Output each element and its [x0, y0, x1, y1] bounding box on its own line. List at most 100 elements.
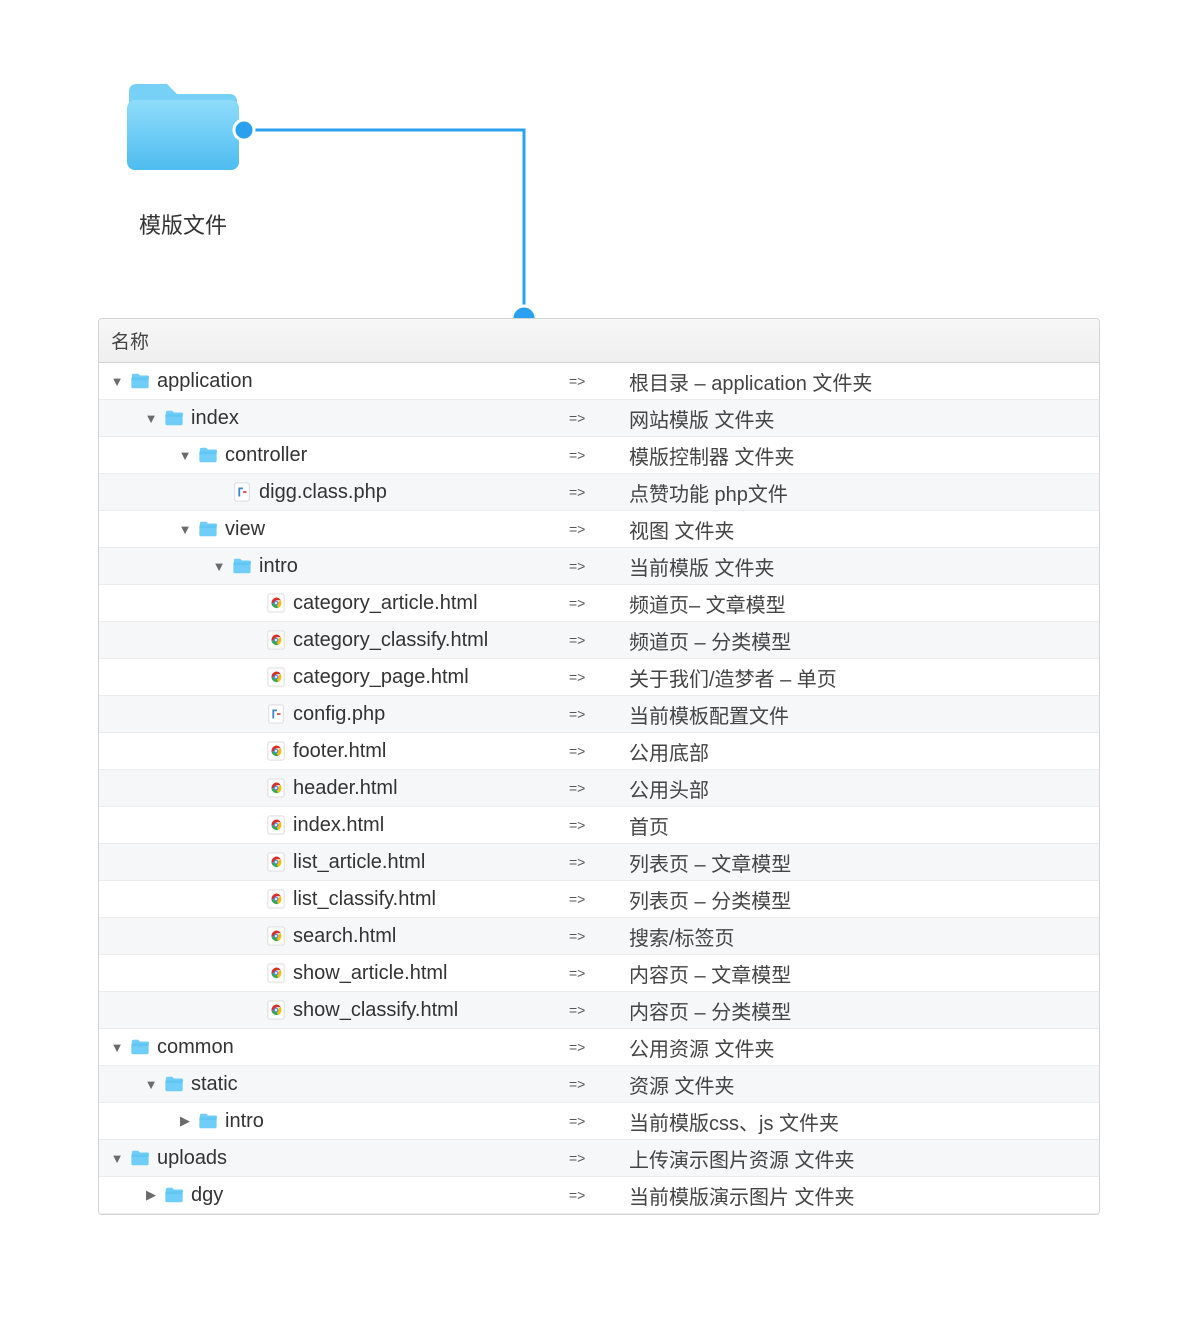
table-row[interactable]: ▶ header.html => 公用头部 [99, 770, 1099, 807]
table-row[interactable]: ▼ view => 视图 文件夹 [99, 511, 1099, 548]
item-name: view [225, 518, 265, 541]
arrow-label: => [569, 484, 629, 500]
table-row[interactable]: ▶ show_article.html => 内容页 – 文章模型 [99, 955, 1099, 992]
arrow-label: => [569, 521, 629, 537]
item-description: 视图 文件夹 [629, 515, 1099, 544]
item-name: list_classify.html [293, 888, 436, 911]
item-description: 内容页 – 文章模型 [629, 959, 1099, 988]
arrow-label: => [569, 1150, 629, 1166]
folder-icon [197, 518, 219, 540]
item-name: config.php [293, 703, 385, 726]
item-description: 关于我们/造梦者 – 单页 [629, 663, 1099, 692]
table-row[interactable]: ▼ common => 公用资源 文件夹 [99, 1029, 1099, 1066]
item-description: 频道页 – 分类模型 [629, 626, 1099, 655]
item-description: 内容页 – 分类模型 [629, 996, 1099, 1025]
arrow-label: => [569, 891, 629, 907]
item-description: 资源 文件夹 [629, 1070, 1099, 1099]
item-name: category_classify.html [293, 629, 488, 652]
table-row[interactable]: ▼ application => 根目录 – application 文件夹 [99, 363, 1099, 400]
folder-icon [163, 407, 185, 429]
item-description: 列表页 – 文章模型 [629, 848, 1099, 877]
php-file-icon [265, 703, 287, 725]
arrow-label: => [569, 1076, 629, 1092]
arrow-label: => [569, 706, 629, 722]
root-folder-label: 模版文件 [119, 208, 247, 240]
item-description: 列表页 – 分类模型 [629, 885, 1099, 914]
arrow-label: => [569, 1039, 629, 1055]
table-row[interactable]: ▶ list_classify.html => 列表页 – 分类模型 [99, 881, 1099, 918]
item-name: digg.class.php [259, 481, 387, 504]
item-description: 当前模板配置文件 [629, 700, 1099, 729]
item-name: search.html [293, 925, 396, 948]
disclosure-triangle-icon[interactable]: ▼ [109, 374, 125, 389]
arrow-label: => [569, 965, 629, 981]
chrome-icon [265, 888, 287, 910]
table-row[interactable]: ▶ category_page.html => 关于我们/造梦者 – 单页 [99, 659, 1099, 696]
file-tree-panel: 名称 ▼ application => 根目录 – application 文件… [98, 318, 1100, 1215]
chrome-icon [265, 851, 287, 873]
arrow-label: => [569, 1002, 629, 1018]
arrow-label: => [569, 1113, 629, 1129]
disclosure-triangle-icon[interactable]: ▼ [211, 559, 227, 574]
disclosure-triangle-icon[interactable]: ▼ [177, 448, 193, 463]
table-row[interactable]: ▶ intro => 当前模版css、js 文件夹 [99, 1103, 1099, 1140]
item-name: index [191, 407, 239, 430]
item-description: 当前模版 文件夹 [629, 552, 1099, 581]
item-name: show_article.html [293, 962, 448, 985]
item-name: category_page.html [293, 666, 469, 689]
table-row[interactable]: ▶ index.html => 首页 [99, 807, 1099, 844]
arrow-label: => [569, 669, 629, 685]
chrome-icon [265, 666, 287, 688]
item-name: application [157, 370, 253, 393]
item-description: 频道页– 文章模型 [629, 589, 1099, 618]
item-name: list_article.html [293, 851, 425, 874]
chrome-icon [265, 999, 287, 1021]
arrow-label: => [569, 632, 629, 648]
item-name: intro [259, 555, 298, 578]
table-row[interactable]: ▼ uploads => 上传演示图片资源 文件夹 [99, 1140, 1099, 1177]
table-row[interactable]: ▶ search.html => 搜索/标签页 [99, 918, 1099, 955]
item-name: header.html [293, 777, 398, 800]
item-description: 公用资源 文件夹 [629, 1033, 1099, 1062]
disclosure-triangle-icon[interactable]: ▼ [177, 522, 193, 537]
panel-header: 名称 [99, 319, 1099, 363]
table-row[interactable]: ▶ config.php => 当前模板配置文件 [99, 696, 1099, 733]
table-row[interactable]: ▶ digg.class.php => 点赞功能 php文件 [99, 474, 1099, 511]
table-row[interactable]: ▼ intro => 当前模版 文件夹 [99, 548, 1099, 585]
folder-icon [163, 1073, 185, 1095]
item-name: static [191, 1073, 238, 1096]
item-name: controller [225, 444, 307, 467]
folder-icon [129, 1036, 151, 1058]
item-description: 点赞功能 php文件 [629, 478, 1099, 507]
table-row[interactable]: ▶ dgy => 当前模版演示图片 文件夹 [99, 1177, 1099, 1214]
folder-icon [231, 555, 253, 577]
disclosure-triangle-icon[interactable]: ▼ [109, 1151, 125, 1166]
chrome-icon [265, 740, 287, 762]
arrow-label: => [569, 817, 629, 833]
table-row[interactable]: ▶ footer.html => 公用底部 [99, 733, 1099, 770]
chrome-icon [265, 777, 287, 799]
disclosure-triangle-icon[interactable]: ▼ [143, 411, 159, 426]
table-row[interactable]: ▼ static => 资源 文件夹 [99, 1066, 1099, 1103]
disclosure-triangle-icon[interactable]: ▶ [143, 1187, 159, 1203]
item-name: intro [225, 1110, 264, 1133]
disclosure-triangle-icon[interactable]: ▼ [109, 1040, 125, 1055]
item-name: footer.html [293, 740, 386, 763]
item-description: 模版控制器 文件夹 [629, 441, 1099, 470]
item-name: index.html [293, 814, 384, 837]
item-description: 网站模版 文件夹 [629, 404, 1099, 433]
item-description: 搜索/标签页 [629, 922, 1099, 951]
disclosure-triangle-icon[interactable]: ▶ [177, 1113, 193, 1129]
table-row[interactable]: ▶ show_classify.html => 内容页 – 分类模型 [99, 992, 1099, 1029]
table-row[interactable]: ▼ controller => 模版控制器 文件夹 [99, 437, 1099, 474]
table-row[interactable]: ▼ index => 网站模版 文件夹 [99, 400, 1099, 437]
chrome-icon [265, 629, 287, 651]
table-row[interactable]: ▶ category_classify.html => 频道页 – 分类模型 [99, 622, 1099, 659]
item-description: 首页 [629, 811, 1099, 840]
item-name: category_article.html [293, 592, 478, 615]
table-row[interactable]: ▶ list_article.html => 列表页 – 文章模型 [99, 844, 1099, 881]
table-row[interactable]: ▶ category_article.html => 频道页– 文章模型 [99, 585, 1099, 622]
php-file-icon [231, 481, 253, 503]
disclosure-triangle-icon[interactable]: ▼ [143, 1077, 159, 1092]
root-folder: 模版文件 [119, 78, 247, 240]
